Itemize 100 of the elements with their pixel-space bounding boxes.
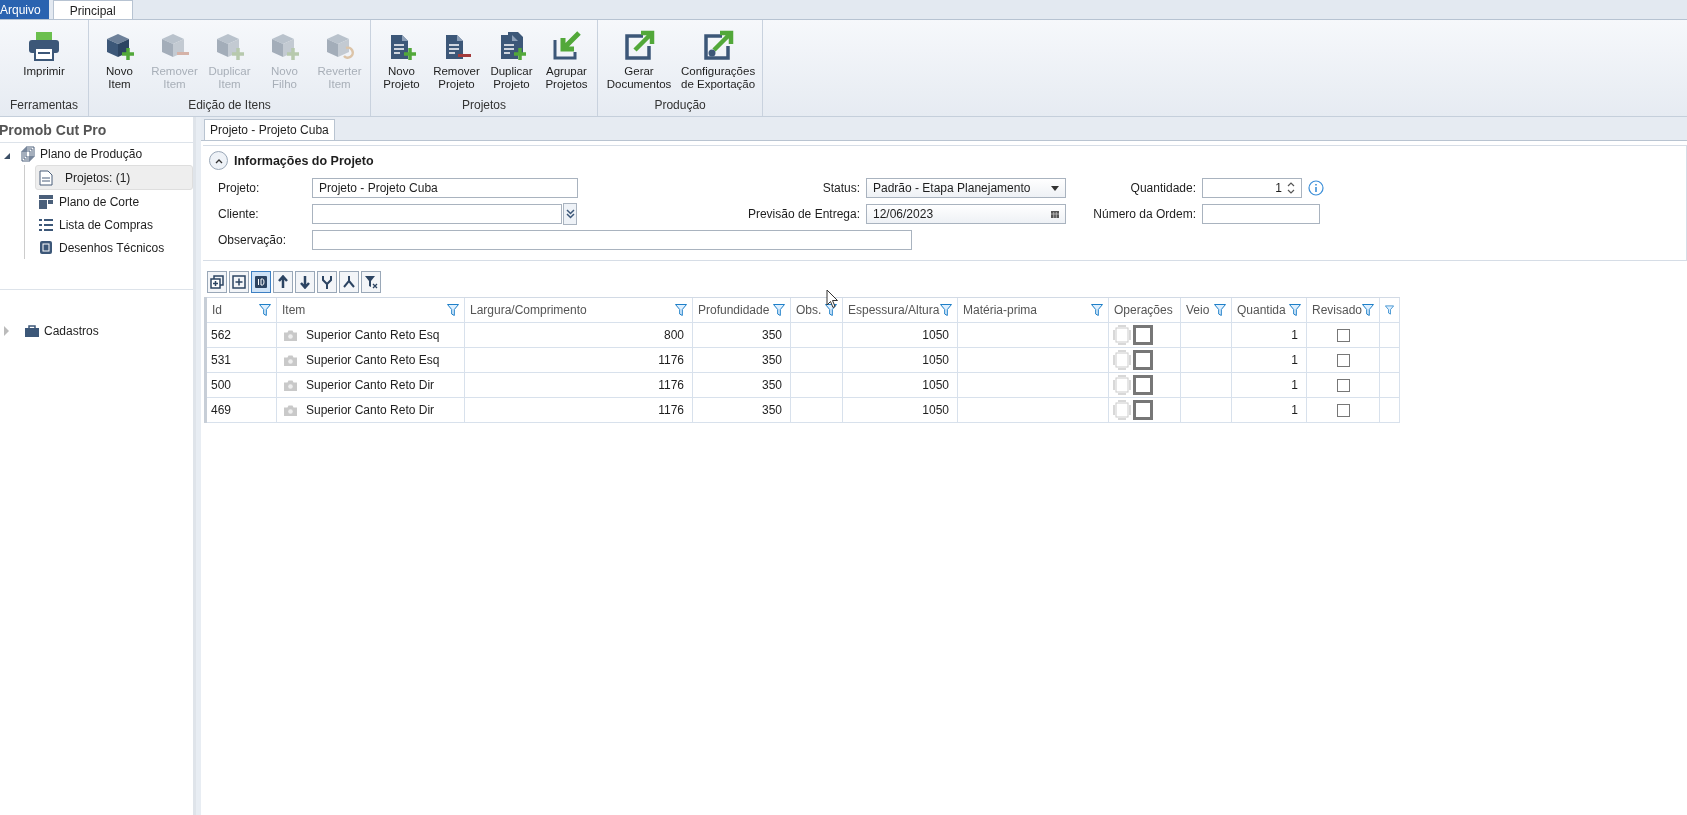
- table-cell: 469: [207, 398, 277, 422]
- column-header[interactable]: Veio: [1181, 298, 1232, 322]
- text-field[interactable]: [312, 204, 562, 224]
- toolbox-icon: [24, 324, 40, 338]
- down-button[interactable]: [295, 271, 315, 293]
- clear-filter-icon: [364, 275, 378, 289]
- ribbon-group-title: Projetos: [461, 98, 507, 114]
- checkbox[interactable]: [1336, 328, 1350, 342]
- filter-icon[interactable]: [940, 304, 952, 316]
- up-icon: [276, 275, 290, 289]
- ribbon-group-title: Produção: [653, 98, 707, 114]
- filter-icon[interactable]: [1362, 304, 1374, 316]
- up-button[interactable]: [273, 271, 293, 293]
- expand-button[interactable]: [229, 271, 249, 293]
- expand-button[interactable]: [563, 203, 577, 225]
- table-cell: Superior Canto Reto Dir: [277, 398, 465, 422]
- ribbon-button[interactable]: Duplicar Projeto: [485, 26, 538, 98]
- ribbon-button[interactable]: Novo Item: [93, 26, 146, 98]
- checkbox[interactable]: [1336, 403, 1350, 417]
- table-cell: 1: [1232, 398, 1307, 422]
- table-cell: 1: [1232, 348, 1307, 372]
- column-header[interactable]: Quantida: [1232, 298, 1307, 322]
- column-header[interactable]: Revisado: [1307, 298, 1380, 322]
- double-chevron-down-icon: [565, 209, 575, 219]
- column-header[interactable]: Operações: [1109, 298, 1181, 322]
- clear-filter-button[interactable]: [361, 271, 381, 293]
- info-icon[interactable]: [1308, 180, 1324, 196]
- panel-edges-icon: [1113, 350, 1131, 370]
- filter-icon[interactable]: [259, 304, 271, 316]
- column-header[interactable]: Matéria-prima: [958, 298, 1109, 322]
- tree-item[interactable]: Desenhos Técnicos: [35, 236, 193, 259]
- table-cell: 1050: [843, 323, 958, 347]
- checkbox[interactable]: [1336, 378, 1350, 392]
- collapse-button[interactable]: [209, 151, 228, 170]
- collapse-arrow-icon[interactable]: [4, 153, 10, 159]
- text-field[interactable]: [312, 230, 912, 250]
- column-header[interactable]: Espessura/Altura: [843, 298, 958, 322]
- column-header[interactable]: Profundidade: [693, 298, 791, 322]
- table-cell: 350: [693, 323, 791, 347]
- expand-all-button[interactable]: [207, 271, 227, 293]
- table-cell: 350: [693, 398, 791, 422]
- tree-item[interactable]: Plano de Produção: [40, 147, 143, 161]
- document-tab[interactable]: Projeto - Projeto Cuba: [204, 119, 335, 140]
- split-button[interactable]: [339, 271, 359, 293]
- tree-item[interactable]: Lista de Compras: [35, 213, 193, 236]
- section-title: Informações do Projeto: [234, 153, 374, 168]
- filter-icon[interactable]: [1214, 304, 1226, 316]
- dropdown-arrow-icon: [1051, 185, 1059, 191]
- panel-edges-icon: [1113, 400, 1131, 420]
- number-field[interactable]: 1: [1202, 178, 1302, 198]
- table-cell: 1: [1232, 373, 1307, 397]
- ribbon-button[interactable]: Novo Projeto: [375, 26, 428, 98]
- filter-icon[interactable]: [1091, 304, 1103, 316]
- tree-item[interactable]: Plano de Corte: [35, 190, 193, 213]
- spinner-icon[interactable]: [1287, 182, 1295, 194]
- drawing-icon: [39, 240, 53, 255]
- ribbon-button[interactable]: Gerar Documentos: [602, 26, 676, 98]
- filter-icon[interactable]: [675, 304, 687, 316]
- dropdown[interactable]: Padrão - Etapa Planejamento: [866, 178, 1066, 198]
- date-field[interactable]: 12/06/2023: [866, 204, 1066, 224]
- export-icon: [623, 30, 655, 62]
- calendar-icon[interactable]: [1051, 210, 1059, 218]
- id-toggle-button[interactable]: [251, 271, 271, 293]
- column-header[interactable]: Id: [207, 298, 277, 322]
- ribbon-button[interactable]: Remover Projeto: [430, 26, 483, 98]
- table-cell: 531: [207, 348, 277, 372]
- field-label: Número da Ordem:: [1092, 207, 1197, 221]
- ribbon-button[interactable]: Agrupar Projetos: [540, 26, 593, 98]
- table-cell: 1176: [465, 373, 693, 397]
- field-label: Quantidade:: [1129, 181, 1197, 195]
- checkbox[interactable]: [1336, 353, 1350, 367]
- filter-icon[interactable]: [447, 304, 459, 316]
- text-field[interactable]: Projeto - Projeto Cuba: [312, 178, 578, 198]
- filter-icon[interactable]: [773, 304, 785, 316]
- panel-edges-icon: [1113, 325, 1131, 345]
- ribbon-tab[interactable]: Arquivo: [0, 0, 49, 19]
- table-cell: Superior Canto Reto Esq: [277, 348, 465, 372]
- ribbon-button[interactable]: Imprimir: [4, 26, 84, 98]
- table-cell: 1050: [843, 348, 958, 372]
- square-icon: [1133, 350, 1153, 370]
- document-icon: [39, 169, 53, 186]
- filter-icon[interactable]: [1289, 304, 1301, 316]
- column-header[interactable]: Item: [277, 298, 465, 322]
- camera-icon: [284, 379, 297, 391]
- column-header[interactable]: Largura/Comprimento: [465, 298, 693, 322]
- down-icon: [298, 275, 312, 289]
- field-label: Projeto:: [218, 181, 261, 195]
- tree-item[interactable]: Cadastros: [44, 324, 99, 338]
- ribbon-button[interactable]: Configurações de Exportação: [678, 26, 759, 98]
- table-cell: 350: [693, 348, 791, 372]
- ribbon-tab[interactable]: Principal: [52, 0, 133, 19]
- expand-all-icon: [210, 275, 224, 289]
- camera-icon: [284, 329, 297, 341]
- table-cell: 800: [465, 323, 693, 347]
- table-cell: 1050: [843, 398, 958, 422]
- square-icon: [1133, 375, 1153, 395]
- ribbon-group-title: Edição de Itens: [187, 98, 272, 114]
- merge-button[interactable]: [317, 271, 337, 293]
- tree-item[interactable]: Projetos: (1): [35, 165, 193, 190]
- text-field[interactable]: [1202, 204, 1320, 224]
